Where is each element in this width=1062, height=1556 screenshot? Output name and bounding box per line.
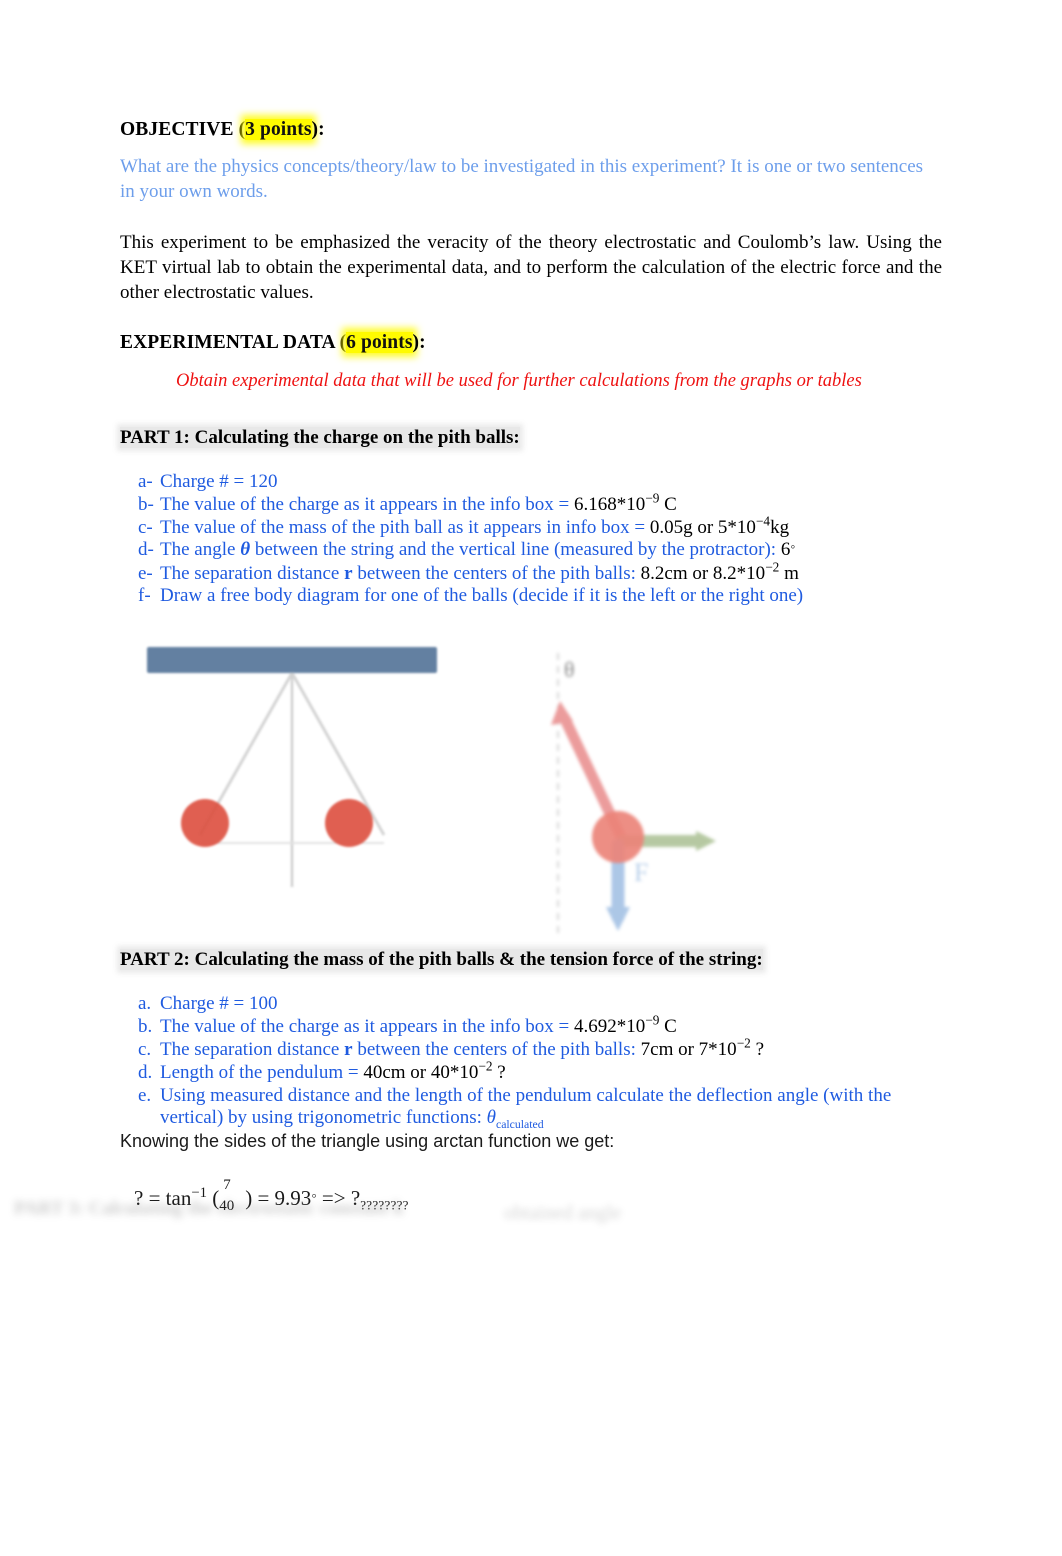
theta-symbol: θ bbox=[240, 539, 251, 561]
list-item: c. The separation distance r between the … bbox=[120, 1035, 942, 1061]
list-value: 6.168*10 bbox=[573, 493, 646, 515]
objective-heading: OBJECTIVE (3 points): bbox=[120, 118, 942, 142]
experimental-data-instruction: Obtain experimental data that will be us… bbox=[176, 370, 862, 391]
list-item: a- Charge # = 120 bbox=[120, 471, 942, 493]
electric-force-arrow-head bbox=[696, 831, 716, 852]
part1-heading: PART 1: Calculating the charge on the pi… bbox=[120, 426, 942, 449]
free-body-diagram: θ F bbox=[551, 653, 716, 936]
list-item: a. Charge # = 100 bbox=[120, 993, 942, 1015]
r-symbol: r bbox=[344, 562, 353, 584]
list-value: 0.05g or 5*10 bbox=[649, 516, 756, 538]
list-marker: b. bbox=[138, 1016, 153, 1038]
list-marker: f- bbox=[138, 585, 151, 607]
list-marker: c- bbox=[138, 516, 153, 538]
pith-ball bbox=[592, 811, 644, 864]
experimental-data-points-highlight: 6 points bbox=[346, 332, 413, 354]
list-marker: d. bbox=[138, 1062, 153, 1084]
list-unit: m bbox=[779, 562, 799, 584]
part2-list: a. Charge # = 100 b. The value of the char… bbox=[120, 993, 942, 1131]
list-marker: a. bbox=[138, 993, 152, 1015]
faded-footer-heading: PART 3: Calculating the electrostatic co… bbox=[14, 1198, 404, 1219]
list-item: c- The value of the mass of the pith ball… bbox=[120, 514, 942, 539]
list-marker: a- bbox=[138, 470, 153, 492]
objective-heading-tail: ): bbox=[311, 119, 325, 140]
list-marker: d- bbox=[138, 539, 154, 561]
objective-points-highlight: 3 points bbox=[245, 119, 312, 140]
weight-label: F bbox=[634, 858, 648, 887]
support-bar bbox=[147, 647, 437, 674]
list-text: Draw a free body diagram for one of the … bbox=[160, 585, 804, 607]
degree-symbol: ◦ bbox=[790, 539, 796, 555]
list-marker: e- bbox=[138, 562, 153, 584]
tension-arrow-head bbox=[551, 701, 573, 726]
experimental-data-heading-tail: ): bbox=[412, 332, 426, 354]
exponent: −9 bbox=[645, 490, 660, 506]
fraction-numerator: 7 bbox=[223, 1176, 231, 1193]
list-text: The value of the mass of the pith ball a… bbox=[160, 516, 650, 538]
exponent: −4 bbox=[755, 513, 771, 529]
list-marker: e. bbox=[138, 1085, 152, 1107]
list-value: 4.692*10 bbox=[573, 1016, 646, 1038]
faded-equation-tail: obtained angle bbox=[504, 1202, 622, 1224]
list-marker: b- bbox=[138, 493, 154, 515]
exponent: −9 bbox=[645, 1012, 660, 1028]
list-item: f- Draw a free body diagram for one of th… bbox=[120, 585, 942, 607]
experimental-data-heading: EXPERIMENTAL DATA (6 points): bbox=[120, 331, 942, 355]
list-item: e- The separation distance r between the … bbox=[120, 560, 942, 585]
list-text: Charge # = 120 bbox=[160, 470, 278, 492]
list-value: 40cm or 40*10 bbox=[363, 1062, 479, 1084]
list-unit: ? bbox=[750, 1039, 765, 1061]
list-value: 6 bbox=[780, 539, 791, 561]
theta-symbol: θ bbox=[486, 1107, 496, 1129]
list-text: The value of the charge as it appears in… bbox=[160, 493, 574, 515]
list-value: 8.2cm or 8.2*10 bbox=[640, 562, 766, 584]
list-item: b- The value of the charge as it appears … bbox=[120, 491, 942, 516]
objective-answer: This experiment to be emphasized the ver… bbox=[120, 232, 942, 304]
theta-subscript: calculated bbox=[495, 1117, 544, 1131]
right-pith-ball bbox=[325, 799, 373, 848]
list-item: d- The angle θ between the string and the… bbox=[120, 539, 942, 561]
list-item: b. The value of the charge as it appears … bbox=[120, 1012, 942, 1038]
list-item: d. Length of the pendulum = 40cm or 40*10… bbox=[120, 1058, 942, 1084]
experimental-data-heading-main: EXPERIMENTAL DATA ( bbox=[120, 332, 347, 354]
list-value: 7cm or 7*10 bbox=[640, 1039, 737, 1061]
exponent: −2 bbox=[765, 559, 780, 575]
list-unit: kg bbox=[770, 516, 790, 538]
objective-prompt: What are the physics concepts/theory/law… bbox=[120, 156, 924, 202]
list-text: Length of the pendulum = bbox=[160, 1062, 364, 1084]
list-unit: ? bbox=[492, 1062, 506, 1084]
pith-balls-diagram bbox=[147, 647, 437, 888]
part1-list: a- Charge # = 120 b- The value of the char… bbox=[120, 471, 942, 608]
exponent: −2 bbox=[736, 1035, 751, 1051]
left-pith-ball bbox=[181, 799, 229, 848]
document-page: OBJECTIVE (3 points): What are the physi… bbox=[0, 0, 1062, 1556]
list-item: e. Using measured distance and the length… bbox=[120, 1085, 942, 1131]
list-text: Charge # = 100 bbox=[160, 993, 278, 1015]
document-content: OBJECTIVE (3 points): What are the physi… bbox=[120, 118, 942, 1242]
list-unit: C bbox=[659, 1016, 677, 1038]
list-text-cont: between the centers of the pith balls: bbox=[352, 562, 641, 584]
list-text: The angle bbox=[160, 539, 241, 561]
exponent: −2 bbox=[478, 1058, 493, 1074]
list-text: The separation distance bbox=[160, 1039, 345, 1061]
r-symbol: r bbox=[344, 1039, 353, 1061]
part2-heading-text: PART 2: Calculating the mass of the pith… bbox=[120, 949, 763, 971]
objective-heading-main: OBJECTIVE ( bbox=[120, 119, 246, 140]
list-text-cont: between the centers of the pith balls: bbox=[352, 1039, 641, 1061]
list-unit: C bbox=[659, 493, 677, 515]
list-text-cont: between the string and the vertical line… bbox=[250, 539, 781, 561]
angle-label: θ bbox=[564, 657, 575, 682]
weight-arrow-head bbox=[606, 907, 630, 932]
part1-heading-text: PART 1: Calculating the charge on the pi… bbox=[120, 426, 520, 448]
list-marker: c. bbox=[138, 1039, 152, 1061]
figures-row: θ F bbox=[120, 635, 942, 936]
list-text: The separation distance bbox=[160, 562, 345, 584]
list-text: The value of the charge as it appears in… bbox=[160, 1016, 574, 1038]
part2-heading: PART 2: Calculating the mass of the pith… bbox=[120, 949, 942, 971]
arctan-intro-line: Knowing the sides of the triangle using … bbox=[120, 1131, 615, 1151]
